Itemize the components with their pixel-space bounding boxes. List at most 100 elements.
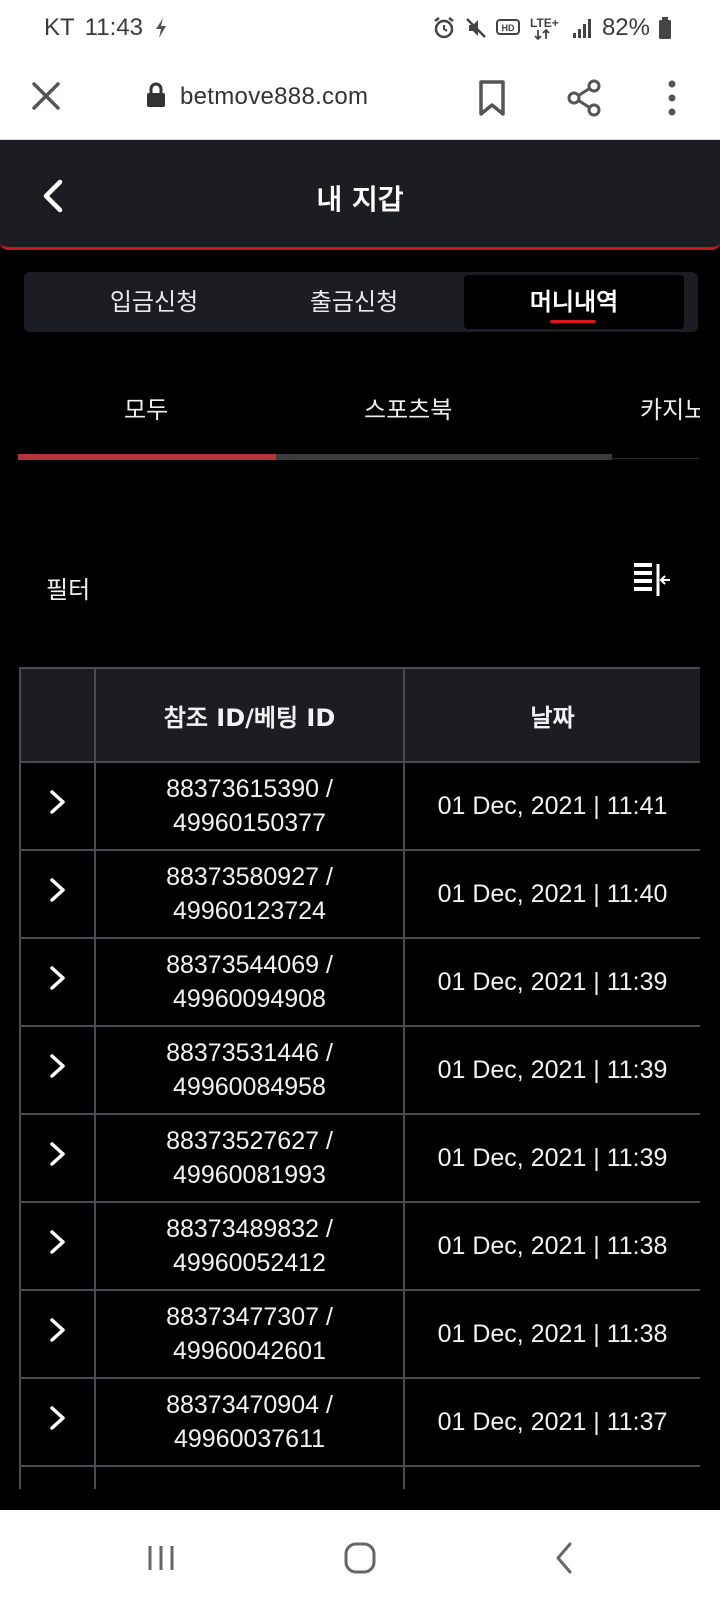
system-nav-bar — [0, 1510, 720, 1600]
row-expand-cell[interactable] — [19, 1201, 96, 1291]
bet-id: 49960081993 — [173, 1161, 326, 1189]
battery-percent: 82% — [601, 14, 650, 41]
date-cell: 01 Dec, 2021 | 11:39 — [403, 1113, 700, 1203]
address-bar[interactable]: betmove888.com — [146, 82, 368, 112]
battery-icon — [658, 16, 672, 40]
tab-money-history[interactable]: 머니내역 — [464, 275, 684, 329]
browser-toolbar: betmove888.com — [0, 56, 720, 140]
row-expand-cell[interactable] — [19, 1289, 96, 1379]
hd-label: HD — [501, 23, 514, 33]
table-row[interactable]: 88373489832 / 49960052412 01 Dec, 2021 | 1… — [19, 1201, 700, 1291]
active-tab-indicator — [550, 320, 596, 323]
tab-withdraw[interactable]: 출금신청 — [244, 275, 464, 329]
partial-cell — [19, 1465, 96, 1489]
bet-id: 49960052412 — [173, 1249, 326, 1277]
subtab-track — [18, 454, 612, 460]
date-cell: 01 Dec, 2021 | 11:39 — [403, 937, 700, 1027]
partial-cell — [94, 1465, 405, 1489]
filter-label: 필터 — [46, 576, 91, 604]
date-cell: 01 Dec, 2021 | 11:39 — [403, 1025, 700, 1115]
table-body: 88373615390 / 49960150377 01 Dec, 2021 | 1… — [19, 761, 700, 1489]
status-bar: KT 11:43 HD LTE+ 82% — [0, 0, 720, 56]
chevron-right-icon[interactable] — [47, 964, 69, 992]
table-row[interactable]: 88373470904 / 49960037611 01 Dec, 2021 | 1… — [19, 1377, 700, 1467]
table-row[interactable]: 88373477307 / 49960042601 01 Dec, 2021 | 1… — [19, 1289, 700, 1379]
bet-id: 49960123724 — [173, 897, 326, 925]
page-title: 내 지갑 — [316, 183, 404, 216]
ref-id: 88373580927 / — [166, 863, 333, 891]
table-row[interactable]: 88373615390 / 49960150377 01 Dec, 2021 | 1… — [19, 761, 700, 851]
ref-id: 88373544069 / — [166, 951, 333, 979]
chevron-right-icon[interactable] — [47, 1316, 69, 1344]
history-table-container[interactable]: 참조 ID/베팅 ID 날짜 88373615390 / 49960150377 0… — [19, 667, 700, 1489]
tab-deposit[interactable]: 입금신청 — [44, 275, 264, 329]
network-label: LTE+ — [530, 15, 564, 41]
date-cell: 01 Dec, 2021 | 11:38 — [403, 1201, 700, 1291]
partial-cell — [403, 1465, 700, 1489]
lock-icon — [146, 82, 166, 112]
app-header: 내 지갑 — [0, 140, 720, 250]
chevron-right-icon[interactable] — [47, 876, 69, 904]
url-text: betmove888.com — [180, 83, 369, 110]
chevron-right-icon[interactable] — [47, 1052, 69, 1080]
nav-back-icon[interactable] — [552, 1540, 576, 1576]
ref-id: 88373489832 / — [166, 1215, 333, 1243]
table-row[interactable]: 88373544069 / 49960094908 01 Dec, 2021 | 1… — [19, 937, 700, 1027]
share-icon[interactable] — [564, 78, 604, 118]
subtab-casino[interactable]: 카지노 — [640, 390, 700, 425]
recent-apps-icon[interactable] — [146, 1544, 176, 1572]
more-menu-icon[interactable] — [660, 78, 684, 118]
row-expand-cell[interactable] — [19, 1377, 96, 1467]
ref-id: 88373531446 / — [166, 1039, 333, 1067]
close-icon[interactable] — [28, 78, 64, 114]
ref-id: 88373477307 / — [166, 1303, 333, 1331]
subtab-active-indicator — [18, 454, 276, 460]
signal-icon — [572, 17, 594, 39]
bookmark-icon[interactable] — [474, 78, 510, 118]
home-icon[interactable] — [342, 1540, 378, 1576]
tab-money-history-label: 머니내역 — [529, 288, 619, 316]
chevron-right-icon[interactable] — [47, 788, 69, 816]
ref-bet-id-cell: 88373470904 / 49960037611 — [94, 1377, 405, 1467]
date-cell: 01 Dec, 2021 | 11:37 — [403, 1377, 700, 1467]
table-row[interactable]: 88373580927 / 49960123724 01 Dec, 2021 | 1… — [19, 849, 700, 939]
table-row-partial[interactable] — [19, 1465, 700, 1489]
network-text: LTE+ — [530, 16, 559, 30]
header-ref-id: 참조 ID/베팅 ID — [94, 667, 405, 763]
table-row[interactable]: 88373531446 / 49960084958 01 Dec, 2021 | 1… — [19, 1025, 700, 1115]
row-expand-cell[interactable] — [19, 1025, 96, 1115]
category-tabs: 모두 스포츠북 카지노 — [18, 372, 700, 462]
row-expand-cell[interactable] — [19, 761, 96, 851]
bet-id: 49960094908 — [173, 985, 326, 1013]
ref-bet-id-cell: 88373489832 / 49960052412 — [94, 1201, 405, 1291]
table-header-row: 참조 ID/베팅 ID 날짜 — [19, 667, 700, 763]
ref-bet-id-cell: 88373580927 / 49960123724 — [94, 849, 405, 939]
bet-id: 49960084958 — [173, 1073, 326, 1101]
chevron-right-icon[interactable] — [47, 1228, 69, 1256]
mute-icon — [464, 16, 488, 40]
header-expand — [19, 667, 96, 763]
chevron-right-icon[interactable] — [47, 1404, 69, 1432]
wallet-tabs: 입금신청 출금신청 머니내역 — [24, 272, 698, 332]
bet-id: 49960150377 — [173, 809, 326, 837]
filter-toggle-icon[interactable] — [632, 562, 672, 598]
subtab-sportsbook[interactable]: 스포츠북 — [364, 390, 452, 425]
hd-icon: HD — [495, 17, 522, 39]
ref-bet-id-cell: 88373615390 / 49960150377 — [94, 761, 405, 851]
subtab-divider — [612, 458, 700, 459]
ref-bet-id-cell: 88373531446 / 49960084958 — [94, 1025, 405, 1115]
row-expand-cell[interactable] — [19, 937, 96, 1027]
table-row[interactable]: 88373527627 / 49960081993 01 Dec, 2021 | 1… — [19, 1113, 700, 1203]
subtab-all[interactable]: 모두 — [124, 390, 168, 425]
bet-id: 49960042601 — [173, 1337, 326, 1365]
chevron-right-icon[interactable] — [47, 1140, 69, 1168]
status-left: KT 11:43 — [44, 14, 169, 42]
ref-bet-id-cell: 88373477307 / 49960042601 — [94, 1289, 405, 1379]
status-right: HD LTE+ 82% — [432, 14, 672, 42]
clock: 11:43 — [84, 14, 143, 41]
row-expand-cell[interactable] — [19, 1113, 96, 1203]
ref-id: 88373615390 / — [166, 775, 333, 803]
ref-bet-id-cell: 88373527627 / 49960081993 — [94, 1113, 405, 1203]
date-cell: 01 Dec, 2021 | 11:41 — [403, 761, 700, 851]
row-expand-cell[interactable] — [19, 849, 96, 939]
